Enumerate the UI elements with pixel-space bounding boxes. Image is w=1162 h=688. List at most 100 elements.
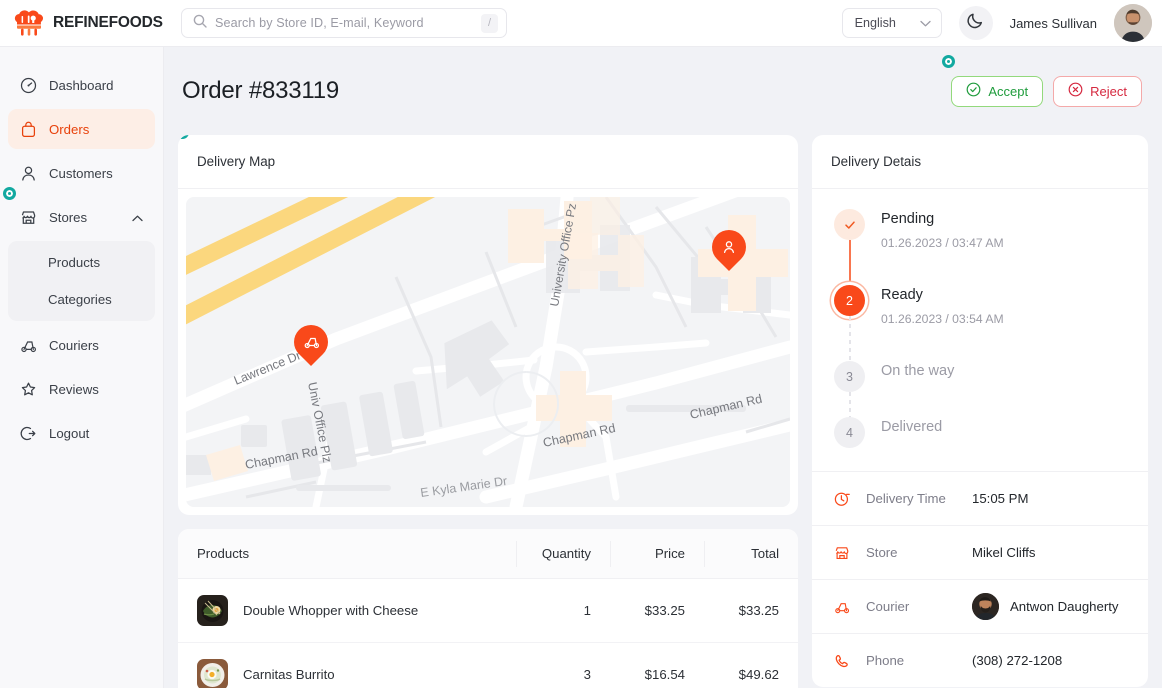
topbar-right: English James Sullivan [841,4,1162,42]
map-canvas[interactable]: Lawrence Dr Univ Office Plz University O… [186,197,790,507]
timeline-step-on-the-way: 3 On the way [812,361,1148,422]
timeline-marker [834,209,865,295]
right-column: Delivery Detais Pending 01.26.2023 / 03:… [812,135,1148,687]
sidebar-subitem-label: Categories [48,292,112,307]
sidebar-item-label: Stores [49,209,88,225]
sidebar: Dashboard Orders Customers Stores Produc… [0,47,164,688]
brand-logo-link[interactable]: REFINEFOODS [0,10,164,36]
check-circle-icon [966,82,981,100]
scooter-icon [834,599,851,615]
sidebar-item-label: Logout [49,425,90,441]
delivery-map-card: Delivery Map Lawrence Dr Univ Office Plz… [178,135,798,515]
sidebar-item-label: Customers [49,165,113,181]
timeline-label: Delivered [881,419,943,435]
product-price: $33.25 [644,603,685,618]
info-value-courier: Antwon Daugherty [972,593,1119,620]
courier-avatar [972,593,999,620]
timeline-step-delivered: 4 Delivered [812,417,1148,461]
product-quantity: 1 [583,603,591,618]
timeline-label: Pending [881,211,935,227]
content-columns: Delivery Map Lawrence Dr Univ Office Plz… [178,135,1148,688]
sidebar-item-couriers[interactable]: Couriers [8,325,155,365]
timeline-time: 01.26.2023 / 03:54 AM [881,312,1004,326]
map-wrapper: Lawrence Dr Univ Office Plz University O… [178,189,798,515]
main-content: Order #833119 Accept Reject Delivery Map… [164,47,1162,688]
language-value: English [854,16,896,30]
brand-name-part1: REFINE [53,14,109,31]
info-value: Mikel Cliffs [972,545,1036,560]
moon-icon [966,11,985,35]
x-circle-icon [1068,82,1083,100]
timeline-step-ready: 2 Ready 01.26.2023 / 03:54 AM [812,285,1148,371]
sidebar-item-label: Orders [49,121,90,137]
scooter-icon [20,337,37,354]
timeline-time: 01.26.2023 / 03:47 AM [881,236,1004,250]
table-row[interactable]: Carnitas Burrito 3 $16.54 $49.62 [178,643,798,688]
left-column: Delivery Map Lawrence Dr Univ Office Plz… [178,135,798,688]
phone-icon [834,653,851,669]
sidebar-item-products[interactable]: Products [8,244,155,281]
chef-hat-icon [14,10,44,36]
accept-button[interactable]: Accept [951,75,1044,107]
bag-icon [20,121,37,138]
sidebar-subitem-label: Products [48,255,101,270]
info-label: Store [866,545,898,560]
table-header-row: Products Quantity Price Total [178,529,798,579]
sidebar-item-label: Couriers [49,337,99,353]
timeline-marker: 3 [834,361,865,422]
product-thumbnail [197,659,228,688]
sidebar-item-stores[interactable]: Stores [3,187,155,237]
search-icon [193,14,207,33]
timeline-label: Ready [881,287,923,303]
sidebar-item-customers[interactable]: Customers [8,153,155,193]
timeline-marker: 4 [834,417,865,461]
delivery-map-title: Delivery Map [178,135,798,189]
reject-label: Reject [1090,83,1127,99]
table-row[interactable]: Double Whopper with Cheese 1 $33.25 $33.… [178,579,798,643]
theme-toggle-button[interactable] [958,6,993,40]
person-pin[interactable] [704,222,754,274]
info-value: (308) 272-1208 [972,653,1063,668]
courier-name: Antwon Daugherty [1010,599,1119,614]
products-table-card: Products Quantity Price Total Double Who… [178,529,798,688]
timeline-marker: 2 [834,285,865,371]
page-actions: Accept Reject [942,54,1142,107]
sidebar-item-logout[interactable]: Logout [8,413,155,453]
delivery-details-card: Delivery Detais Pending 01.26.2023 / 03:… [812,135,1148,687]
star-icon [20,381,37,398]
info-row-phone: Phone (308) 272-1208 [812,633,1148,687]
info-row-courier: Courier Antwon Daugherty [812,579,1148,633]
store-icon [834,545,851,561]
sidebar-item-reviews[interactable]: Reviews [8,369,155,409]
timeline-step-number: 4 [834,417,865,448]
app-root: REFINEFOODS Search by Store ID, E-mail, … [0,0,1162,688]
search-input[interactable]: Search by Store ID, E-mail, Keyword / [181,8,507,38]
top-bar: REFINEFOODS Search by Store ID, E-mail, … [0,0,1162,47]
product-name: Double Whopper with Cheese [243,603,419,618]
product-thumbnail [197,595,228,626]
language-select[interactable]: English [841,8,942,38]
delivery-details-title: Delivery Detais [812,135,1148,189]
accept-label: Accept [988,83,1029,99]
logout-icon [20,425,37,442]
sidebar-item-orders[interactable]: Orders [8,109,155,149]
check-icon [834,209,865,240]
info-row-delivery-time: Delivery Time 15:05 PM [812,471,1148,525]
sidebar-item-dashboard[interactable]: Dashboard [8,65,155,105]
user-icon [20,165,37,182]
timeline-label: On the way [881,363,955,379]
scooter-pin[interactable] [286,317,336,369]
avatar[interactable] [1114,4,1152,42]
reject-button[interactable]: Reject [1053,75,1142,107]
sidebar-item-categories[interactable]: Categories [8,281,155,318]
timeline-body: On the way [881,361,954,417]
product-price: $16.54 [644,667,685,682]
chevron-down-icon [919,16,931,30]
column-header-price: Price [610,540,704,567]
info-label: Courier [866,599,910,614]
timeline-step-pending: Pending 01.26.2023 / 03:47 AM [812,209,1148,295]
delivery-timeline: Pending 01.26.2023 / 03:47 AM 2 Ready 01… [812,189,1148,471]
column-header-total: Total [704,540,798,567]
product-total: $33.25 [738,603,779,618]
page-header: Order #833119 Accept Reject [178,47,1148,135]
